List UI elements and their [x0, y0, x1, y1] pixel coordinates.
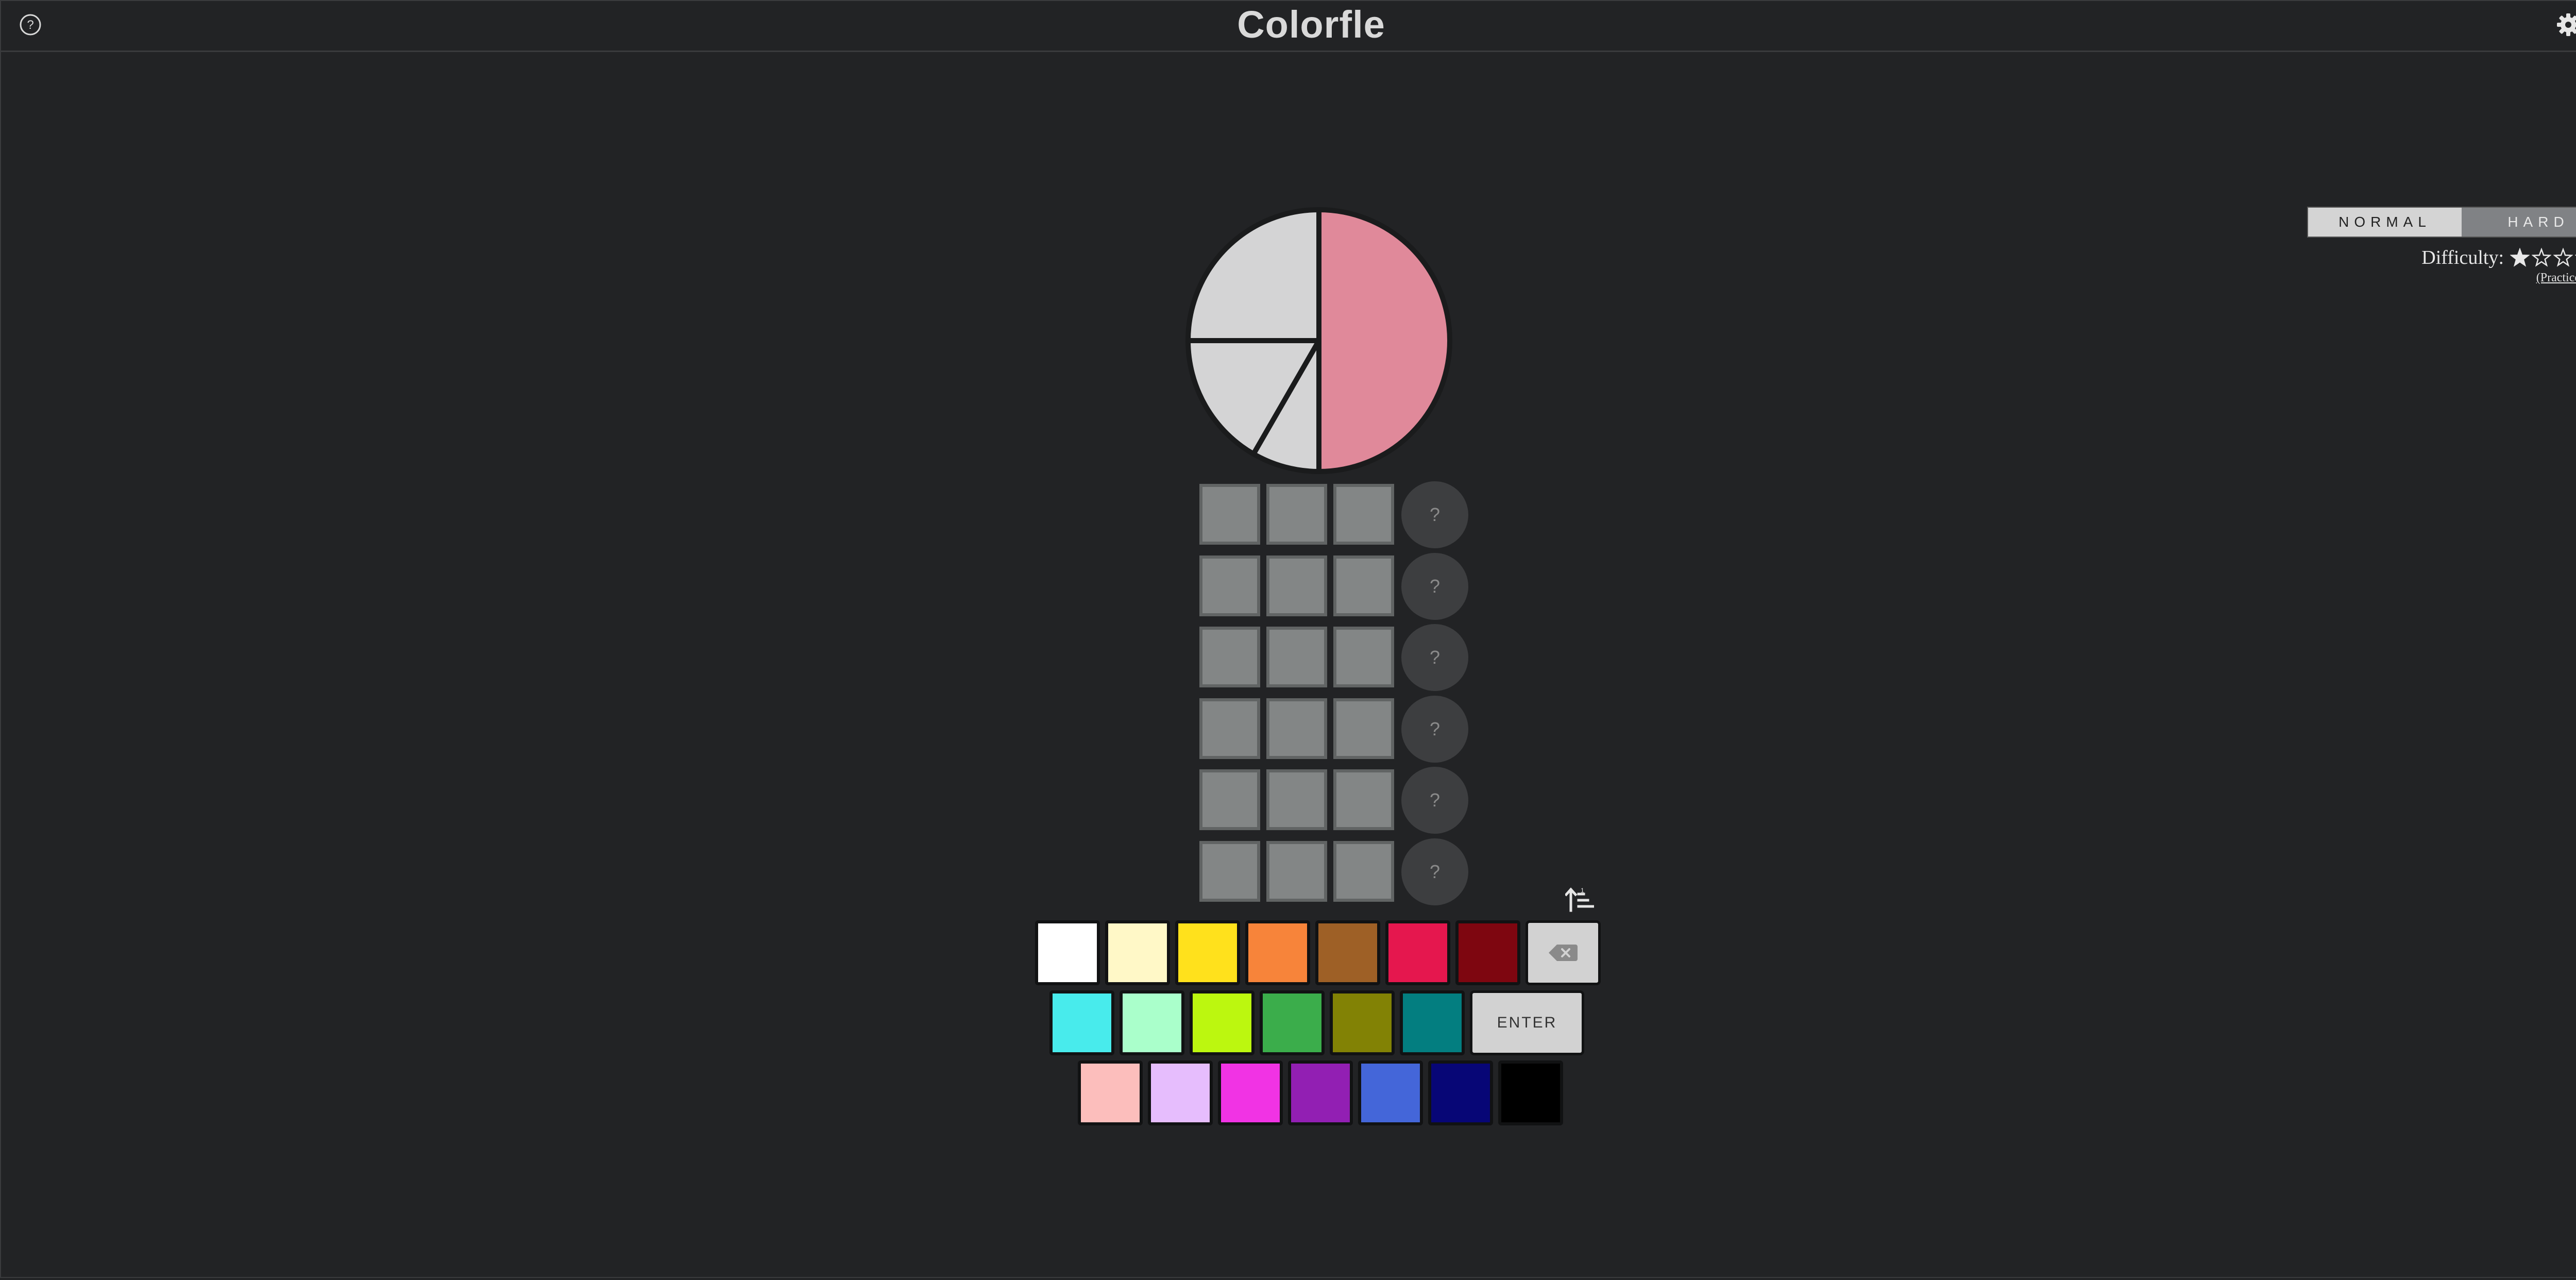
guess-cell — [1333, 484, 1394, 545]
color-key[interactable] — [1175, 920, 1240, 985]
guess-cell — [1333, 555, 1394, 616]
top-bar: ? Colorfle — [0, 0, 2576, 52]
backspace-icon — [1549, 945, 1578, 961]
practice-mode-link[interactable]: (Practice Mode) — [2536, 271, 2576, 285]
color-key[interactable] — [1105, 920, 1170, 985]
guess-cell — [1333, 840, 1394, 902]
guess-cell — [1266, 769, 1327, 830]
color-key[interactable] — [1245, 920, 1310, 985]
color-key[interactable] — [1455, 920, 1520, 985]
color-key[interactable] — [1260, 990, 1325, 1055]
mode-toggle: NORMAL HARD — [2307, 207, 2576, 238]
star-empty-icon — [2553, 248, 2573, 267]
color-key[interactable] — [1078, 1060, 1143, 1125]
row-hint-badge: ? — [1401, 481, 1468, 548]
guess-cell — [1266, 627, 1327, 687]
keyboard-row-3 — [1078, 1060, 1567, 1126]
guess-cell — [1199, 698, 1260, 759]
sort-icon[interactable]: 1 — [1565, 887, 1594, 913]
color-key[interactable] — [1049, 990, 1114, 1055]
guess-cell — [1333, 769, 1394, 830]
guess-row: ? — [1199, 695, 1472, 763]
row-hint-badge: ? — [1401, 838, 1468, 905]
guess-cell — [1199, 555, 1260, 616]
difficulty-label: Difficulty: — [2421, 247, 2504, 268]
guess-cell — [1333, 698, 1394, 759]
color-key[interactable] — [1288, 1060, 1353, 1125]
color-key[interactable] — [1035, 920, 1100, 985]
svg-text:1: 1 — [1581, 887, 1584, 894]
difficulty-rating: Difficulty: — [2421, 244, 2576, 271]
color-key[interactable] — [1400, 990, 1465, 1055]
color-key[interactable] — [1498, 1060, 1563, 1125]
color-key[interactable] — [1148, 1060, 1213, 1125]
row-hint-badge: ? — [1401, 624, 1468, 691]
keyboard-row-2: ENTER — [1049, 990, 1590, 1056]
keyboard-row-1 — [1035, 920, 1602, 986]
star-empty-icon — [2532, 248, 2551, 267]
guess-row: ? — [1199, 481, 1472, 548]
color-key[interactable] — [1330, 990, 1395, 1055]
guess-cell — [1266, 555, 1327, 616]
guess-row: ? — [1199, 624, 1472, 691]
difficulty-stars — [2510, 248, 2576, 267]
color-key[interactable] — [1120, 990, 1184, 1055]
app-title: Colorfle — [1237, 3, 1385, 46]
row-hint-badge: ? — [1401, 552, 1468, 620]
guess-row: ? — [1199, 767, 1472, 834]
guess-row: ? — [1199, 552, 1472, 620]
enter-button[interactable]: ENTER — [1470, 990, 1584, 1055]
color-key[interactable] — [1218, 1060, 1283, 1125]
guess-cell — [1199, 769, 1260, 830]
guess-cell — [1199, 484, 1260, 545]
color-key[interactable] — [1428, 1060, 1493, 1125]
color-key[interactable] — [1315, 920, 1380, 985]
guess-cell — [1266, 484, 1327, 545]
row-hint-badge: ? — [1401, 695, 1468, 763]
guess-cell — [1199, 840, 1260, 902]
color-key[interactable] — [1190, 990, 1255, 1055]
backspace-button[interactable] — [1526, 920, 1601, 985]
gear-icon[interactable] — [2555, 12, 2576, 38]
guess-row: ? — [1199, 838, 1472, 905]
guess-cell — [1199, 627, 1260, 687]
hard-mode-button[interactable]: HARD — [2462, 208, 2576, 237]
guess-cell — [1266, 840, 1327, 902]
color-key[interactable] — [1358, 1060, 1423, 1125]
row-hint-badge: ? — [1401, 767, 1468, 834]
star-filled-icon — [2510, 248, 2530, 267]
guess-cell — [1266, 698, 1327, 759]
target-color-pie — [1185, 207, 1452, 474]
color-key[interactable] — [1385, 920, 1450, 985]
pie-slice — [1185, 207, 1321, 343]
guess-cell — [1333, 627, 1394, 687]
normal-mode-button[interactable]: NORMAL — [2308, 208, 2462, 237]
pie-slice — [1316, 207, 1452, 474]
